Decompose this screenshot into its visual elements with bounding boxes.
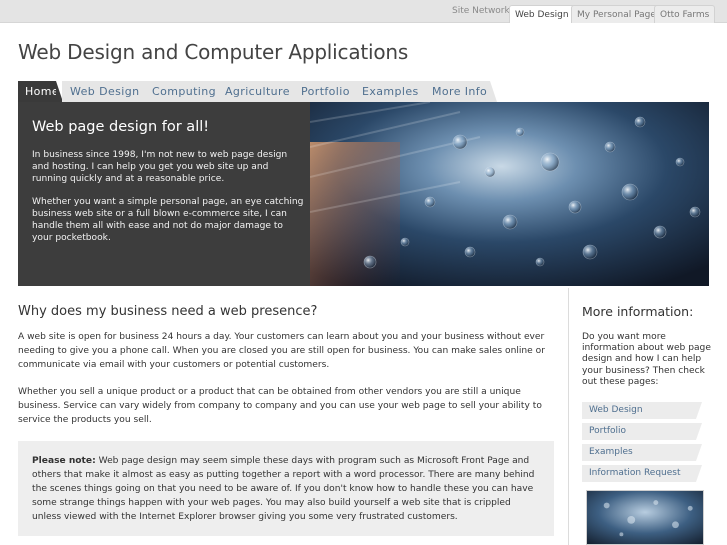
note-text: Please note: Web page design may seem si… [32,454,542,524]
hero-heading: Web page design for all! [32,119,210,135]
sidebar-intro: Do you want more information about web p… [582,332,711,387]
site-network-bar: Site Network: Web Design My Personal Pag… [0,0,727,23]
please-note-box: Please note: Web page design may seem si… [18,441,554,536]
tab-examples[interactable]: Examples [354,81,441,102]
note-body: Web page design may seem simple these da… [32,456,535,522]
hero-banner: Web page design for all! In business sin… [18,102,709,286]
hero-text-panel: Web page design for all! In business sin… [18,102,310,286]
sidebar-link-examples[interactable]: Examples [582,444,702,462]
note-label: Please note: [32,456,96,466]
hero-water-droplets-image [310,102,709,286]
sidebar-link-information-request[interactable]: Information Request [582,465,702,483]
main-paragraph-2: Whether you sell a unique product or a p… [18,387,542,425]
network-link-personal-page[interactable]: My Personal Page [571,5,662,23]
sidebar-thumbnail-image [586,490,704,545]
sidebar-link-web-design[interactable]: Web Design [582,402,702,420]
site-network-label: Site Network: [452,6,513,16]
main-content: Why does my business need a web presence… [18,304,558,440]
network-link-otto-farms[interactable]: Otto Farms [654,5,716,23]
main-paragraph-1: A web site is open for business 24 hours… [18,332,545,370]
tab-web-design[interactable]: Web Design [62,81,162,102]
sidebar-heading: More information: [582,304,694,319]
sidebar-link-portfolio[interactable]: Portfolio [582,423,702,441]
sidebar: More information: Do you want more infor… [582,304,712,486]
tab-more-info[interactable]: More Info [424,81,497,102]
hero-paragraph-2: Whether you want a simple personal page,… [32,197,304,243]
hero-paragraph-1: In business since 1998, I'm not new to w… [32,150,288,184]
main-heading: Why does my business need a web presence… [18,304,318,319]
tab-computing[interactable]: Computing [144,81,233,102]
tab-home[interactable]: Home [18,81,63,102]
site-title: Web Design and Computer Applications [18,40,409,64]
network-link-web-design[interactable]: Web Design [509,5,575,23]
sidebar-divider [568,288,569,545]
